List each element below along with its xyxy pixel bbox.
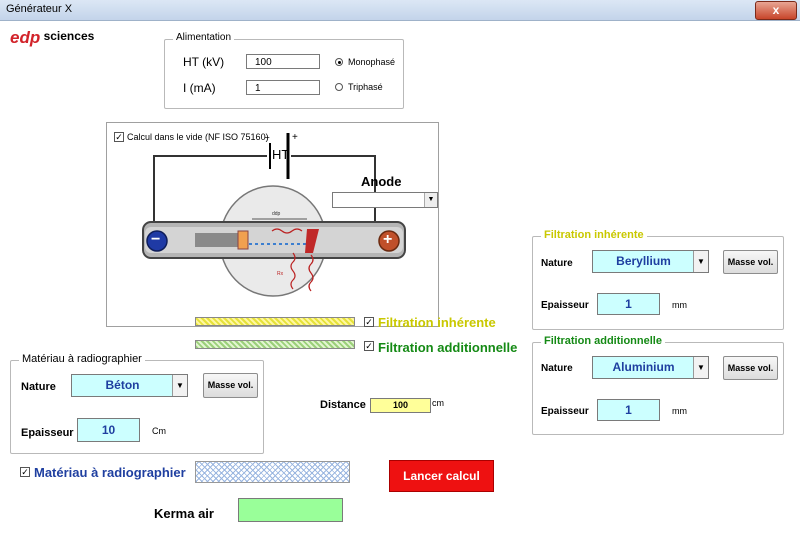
materiau-legend: Matériau à radiographier: [19, 353, 145, 365]
materiau-check-label: Matériau à radiographier: [34, 465, 186, 480]
ht-label: HT (kV): [183, 55, 225, 69]
close-icon: x: [772, 3, 780, 17]
fi-epaisseur-label: Epaisseur: [541, 300, 589, 311]
mat-nature-value: Béton: [105, 378, 140, 392]
battery-label: HT: [272, 147, 290, 162]
fa-nature-select[interactable]: Aluminium ▼: [592, 356, 709, 379]
fi-masse-vol-button[interactable]: Masse vol.: [723, 250, 778, 274]
triphase-radio[interactable]: [335, 83, 343, 91]
filtration-inherente-checkbox[interactable]: ✓: [364, 317, 374, 327]
fi-nature-select[interactable]: Beryllium ▼: [592, 250, 709, 273]
fi-nature-value: Beryllium: [616, 254, 671, 268]
chevron-down-icon[interactable]: ▼: [693, 357, 708, 378]
chevron-down-icon[interactable]: ▼: [693, 251, 708, 272]
chevron-down-icon[interactable]: ▼: [172, 375, 187, 396]
anode-select[interactable]: ▼: [332, 192, 438, 208]
fi-unit: mm: [672, 300, 687, 310]
materiau-group: Matériau à radiographier Nature Béton ▼ …: [10, 353, 264, 454]
ht-input[interactable]: 100: [246, 54, 320, 69]
materiau-indicator: [195, 461, 350, 483]
monophase-radio[interactable]: [335, 58, 343, 66]
logo: edp sciences: [10, 28, 94, 48]
i-input[interactable]: 1: [246, 80, 320, 95]
materiau-checkbox[interactable]: ✓: [20, 467, 30, 477]
alimentation-group: Alimentation HT (kV) 100 I (mA) 1 Monoph…: [164, 32, 404, 109]
filtration-additionnelle-group: Filtration additionnelle Nature Aluminiu…: [532, 335, 784, 435]
fi-epaisseur-input[interactable]: 1: [597, 293, 660, 315]
distance-unit: cm: [432, 398, 444, 408]
mat-nature-select[interactable]: Béton ▼: [71, 374, 188, 397]
fa-nature-value: Aluminium: [612, 360, 675, 374]
tube-diagram-panel: ✓ Calcul dans le vide (NF ISO 75160) − +…: [106, 122, 439, 327]
mat-epaisseur-input[interactable]: 10: [77, 418, 140, 442]
filtration-inherente-group: Filtration inhérente Nature Beryllium ▼ …: [532, 229, 784, 330]
close-button[interactable]: x: [755, 1, 797, 20]
mat-epaisseur-label: Epaisseur: [21, 427, 74, 439]
logo-mark: edp: [10, 28, 41, 47]
fa-epaisseur-input[interactable]: 1: [597, 399, 660, 421]
fa-nature-label: Nature: [541, 363, 573, 374]
chevron-down-icon[interactable]: ▼: [424, 193, 437, 207]
monophase-label: Monophasé: [348, 57, 396, 67]
title-bar: Générateur X x: [0, 0, 800, 21]
fa-masse-vol-button[interactable]: Masse vol.: [723, 356, 778, 380]
filtration-additionnelle-legend: Filtration additionnelle: [541, 335, 665, 347]
anode-label: Anode: [361, 174, 402, 189]
battery-minus: −: [264, 133, 270, 144]
lancer-calcul-button[interactable]: Lancer calcul: [389, 460, 494, 492]
anode-plus-icon: +: [383, 231, 393, 248]
triphase-label: Triphasé: [348, 82, 383, 92]
filtration-inherente-legend: Filtration inhérente: [541, 229, 647, 241]
i-label: I (mA): [183, 81, 216, 95]
distance-label: Distance: [320, 399, 366, 411]
battery-plus: +: [292, 132, 298, 143]
mat-masse-vol-button[interactable]: Masse vol.: [203, 373, 258, 398]
fi-nature-label: Nature: [541, 258, 573, 269]
window-title: Générateur X: [6, 3, 73, 15]
mat-nature-label: Nature: [21, 381, 56, 393]
filtration-additionnelle-indicator: [195, 340, 355, 349]
ddp-label: ddp: [272, 211, 281, 217]
rx-label: Rx: [277, 271, 284, 277]
distance-input[interactable]: 100: [370, 398, 431, 413]
logo-text: sciences: [43, 29, 95, 43]
filtration-additionnelle-checkbox[interactable]: ✓: [364, 341, 374, 351]
cathode-icon: −: [151, 231, 161, 248]
fa-epaisseur-label: Epaisseur: [541, 406, 589, 417]
fa-unit: mm: [672, 406, 687, 416]
alimentation-legend: Alimentation: [173, 32, 235, 43]
filtration-inherente-check-label: Filtration inhérente: [378, 315, 496, 330]
mat-unit: Cm: [152, 426, 166, 436]
filtration-additionnelle-check-label: Filtration additionnelle: [378, 340, 518, 355]
kerma-output: [238, 498, 343, 522]
filtration-inherente-indicator: [195, 317, 355, 326]
kerma-label: Kerma air: [154, 506, 214, 521]
